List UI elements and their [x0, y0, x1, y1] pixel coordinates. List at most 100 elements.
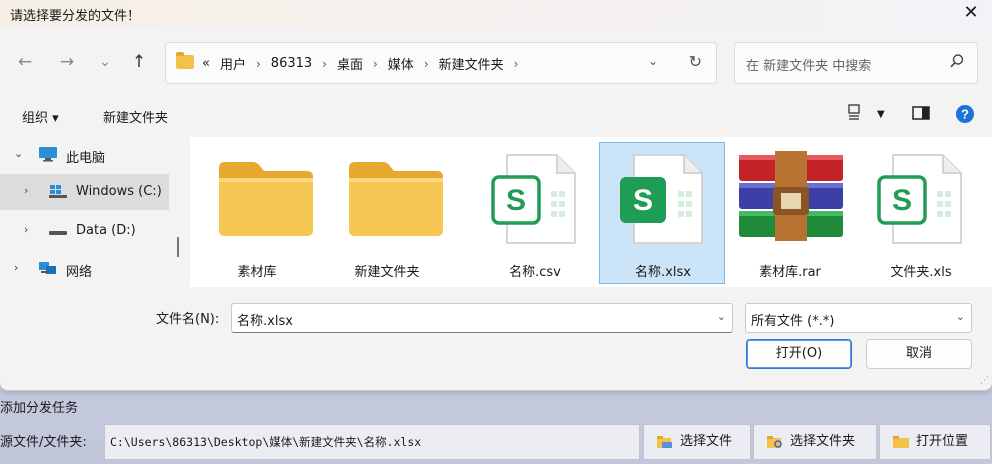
- back-arrow-icon[interactable]: ←: [14, 52, 36, 72]
- breadcrumb-item[interactable]: 用户: [220, 54, 246, 73]
- select-folder-label: 选择文件夹: [790, 434, 856, 449]
- windows-drive-icon: [49, 185, 67, 198]
- chevron-down-icon[interactable]: ⌄: [717, 310, 726, 323]
- chevron-down-icon[interactable]: ⌄: [956, 310, 965, 323]
- spreadsheet-file-icon: S: [877, 154, 962, 244]
- sidebar-item-label: 此电脑: [66, 151, 106, 166]
- svg-text:S: S: [633, 184, 653, 217]
- chevron-down-icon[interactable]: ⌄: [648, 54, 658, 68]
- file-item-csv[interactable]: S 名称.csv: [472, 143, 598, 283]
- file-name: 名称.xlsx: [635, 265, 691, 280]
- chevron-right-icon[interactable]: ›: [24, 184, 28, 197]
- file-name: 文件夹.xls: [890, 265, 952, 280]
- file-item-folder[interactable]: 素材库: [194, 143, 320, 283]
- breadcrumb-overflow[interactable]: «: [202, 56, 210, 71]
- chevron-right-icon[interactable]: ›: [256, 57, 261, 71]
- sidebar-scrollbar[interactable]: [177, 237, 179, 257]
- filename-label: 文件名(N):: [156, 312, 220, 327]
- select-file-label: 选择文件: [680, 434, 733, 449]
- chevron-right-icon[interactable]: ›: [14, 261, 18, 274]
- file-name: 素材库.rar: [759, 265, 821, 280]
- open-location-button[interactable]: 打开位置: [879, 424, 991, 460]
- file-name: 新建文件夹: [354, 265, 420, 280]
- archive-icon: [739, 151, 843, 241]
- forward-arrow-icon[interactable]: →: [56, 52, 78, 72]
- sidebar-item-data-d[interactable]: › Data (D:): [0, 213, 169, 249]
- spreadsheet-file-icon: S: [620, 154, 703, 244]
- file-name: 名称.csv: [509, 265, 561, 280]
- filename-field[interactable]: 名称.xlsx ⌄: [231, 303, 733, 333]
- folder-icon: [893, 436, 909, 448]
- preview-pane-icon[interactable]: [912, 106, 930, 124]
- command-bar: 组织 ▾ 新建文件夹 ▼ ?: [0, 100, 992, 134]
- filename-value[interactable]: 名称.xlsx: [237, 310, 293, 329]
- source-path-field[interactable]: C:\Users\86313\Desktop\媒体\新建文件夹\名称.xlsx: [104, 424, 640, 460]
- sidebar-item-this-pc[interactable]: ⌄ 此电脑: [0, 137, 169, 173]
- folder-icon: [219, 162, 313, 236]
- folder-search-icon: [767, 436, 782, 448]
- view-options-icon[interactable]: [848, 104, 862, 124]
- breadcrumb-item[interactable]: 媒体: [388, 54, 414, 73]
- sidebar-item-label: Data (D:): [76, 223, 136, 238]
- recent-locations-chevron-icon[interactable]: ⌄: [94, 54, 116, 70]
- organize-menu[interactable]: 组织 ▾: [22, 107, 59, 126]
- navigation-bar: ← → ⌄ ↑ « 用户 › 86313 › 桌面 › 媒体 › 新建文件夹 ›…: [0, 42, 992, 84]
- search-icon[interactable]: [949, 53, 965, 69]
- close-icon[interactable]: ✕: [960, 2, 982, 24]
- address-bar[interactable]: « 用户 › 86313 › 桌面 › 媒体 › 新建文件夹 › ⌄ ↻: [165, 42, 717, 84]
- new-folder-button[interactable]: 新建文件夹: [103, 107, 168, 126]
- task-section-title: 添加分发任务: [0, 401, 79, 416]
- source-path-value[interactable]: C:\Users\86313\Desktop\媒体\新建文件夹\名称.xlsx: [110, 434, 421, 450]
- sidebar-item-network[interactable]: › 网络: [0, 251, 169, 287]
- breadcrumb-item[interactable]: 86313: [271, 56, 312, 71]
- search-input[interactable]: 在 新建文件夹 中搜索: [746, 55, 871, 74]
- open-button[interactable]: 打开(O): [746, 339, 852, 369]
- up-arrow-icon[interactable]: ↑: [128, 52, 150, 72]
- sidebar-item-label: 网络: [66, 265, 93, 280]
- file-item-xls[interactable]: S 文件夹.xls: [858, 143, 984, 283]
- svg-text:S: S: [892, 184, 912, 217]
- cancel-button[interactable]: 取消: [866, 339, 972, 369]
- file-type-value[interactable]: 所有文件 (*.*): [751, 310, 834, 329]
- select-folder-button[interactable]: 选择文件夹: [753, 424, 877, 460]
- resize-grip-icon[interactable]: ⋰: [980, 376, 989, 386]
- help-icon[interactable]: ?: [955, 104, 975, 128]
- chevron-right-icon[interactable]: ›: [373, 57, 378, 71]
- svg-text:?: ?: [961, 107, 969, 122]
- file-type-select[interactable]: 所有文件 (*.*) ⌄: [745, 303, 972, 333]
- chevron-down-icon[interactable]: ⌄: [14, 147, 23, 160]
- filename-row: 文件名(N): 名称.xlsx ⌄ 所有文件 (*.*) ⌄: [0, 300, 992, 333]
- dialog-titlebar: 请选择要分发的文件！ ✕: [0, 0, 992, 27]
- breadcrumb-item[interactable]: 新建文件夹: [439, 54, 504, 73]
- folder-icon: [176, 52, 194, 69]
- navigation-pane: ⌄ 此电脑 › Windows (C:) › Data (D:) › 网络: [0, 137, 169, 287]
- chevron-right-icon[interactable]: ›: [24, 223, 28, 236]
- file-item-folder[interactable]: 新建文件夹: [324, 143, 450, 283]
- search-box[interactable]: 在 新建文件夹 中搜索: [734, 42, 978, 84]
- chevron-down-icon[interactable]: ▼: [877, 109, 885, 120]
- network-icon: [39, 262, 56, 274]
- file-name: 素材库: [237, 265, 277, 280]
- refresh-icon[interactable]: ↻: [689, 52, 702, 71]
- file-open-dialog: 请选择要分发的文件！ ✕ ← → ⌄ ↑ « 用户 › 86313 › 桌面 ›…: [0, 0, 992, 391]
- dialog-title: 请选择要分发的文件！: [10, 9, 141, 24]
- source-label: 源文件/文件夹:: [0, 435, 87, 450]
- select-file-button[interactable]: 选择文件: [643, 424, 751, 460]
- breadcrumb: « 用户 › 86313 › 桌面 › 媒体 › 新建文件夹 ›: [202, 54, 518, 73]
- chevron-right-icon[interactable]: ›: [424, 57, 429, 71]
- open-location-label: 打开位置: [916, 434, 969, 449]
- monitor-icon: [39, 147, 57, 162]
- file-item-rar[interactable]: 素材库.rar: [727, 143, 853, 283]
- breadcrumb-item[interactable]: 桌面: [337, 54, 363, 73]
- drive-icon: [49, 231, 67, 235]
- folder-icon: [349, 162, 443, 236]
- file-list: 素材库 新建文件夹 S 名称.csv S 名称.xlsx 素材库.rar S 文…: [190, 137, 992, 287]
- sidebar-item-label: Windows (C:): [76, 184, 162, 199]
- sidebar-item-windows-c[interactable]: › Windows (C:): [0, 174, 169, 210]
- chevron-right-icon[interactable]: ›: [322, 57, 327, 71]
- chevron-right-icon[interactable]: ›: [514, 57, 519, 71]
- spreadsheet-file-icon: S: [491, 154, 576, 244]
- svg-text:S: S: [506, 184, 526, 217]
- file-open-icon: [657, 436, 672, 448]
- file-item-xlsx-selected[interactable]: S 名称.xlsx: [599, 142, 725, 284]
